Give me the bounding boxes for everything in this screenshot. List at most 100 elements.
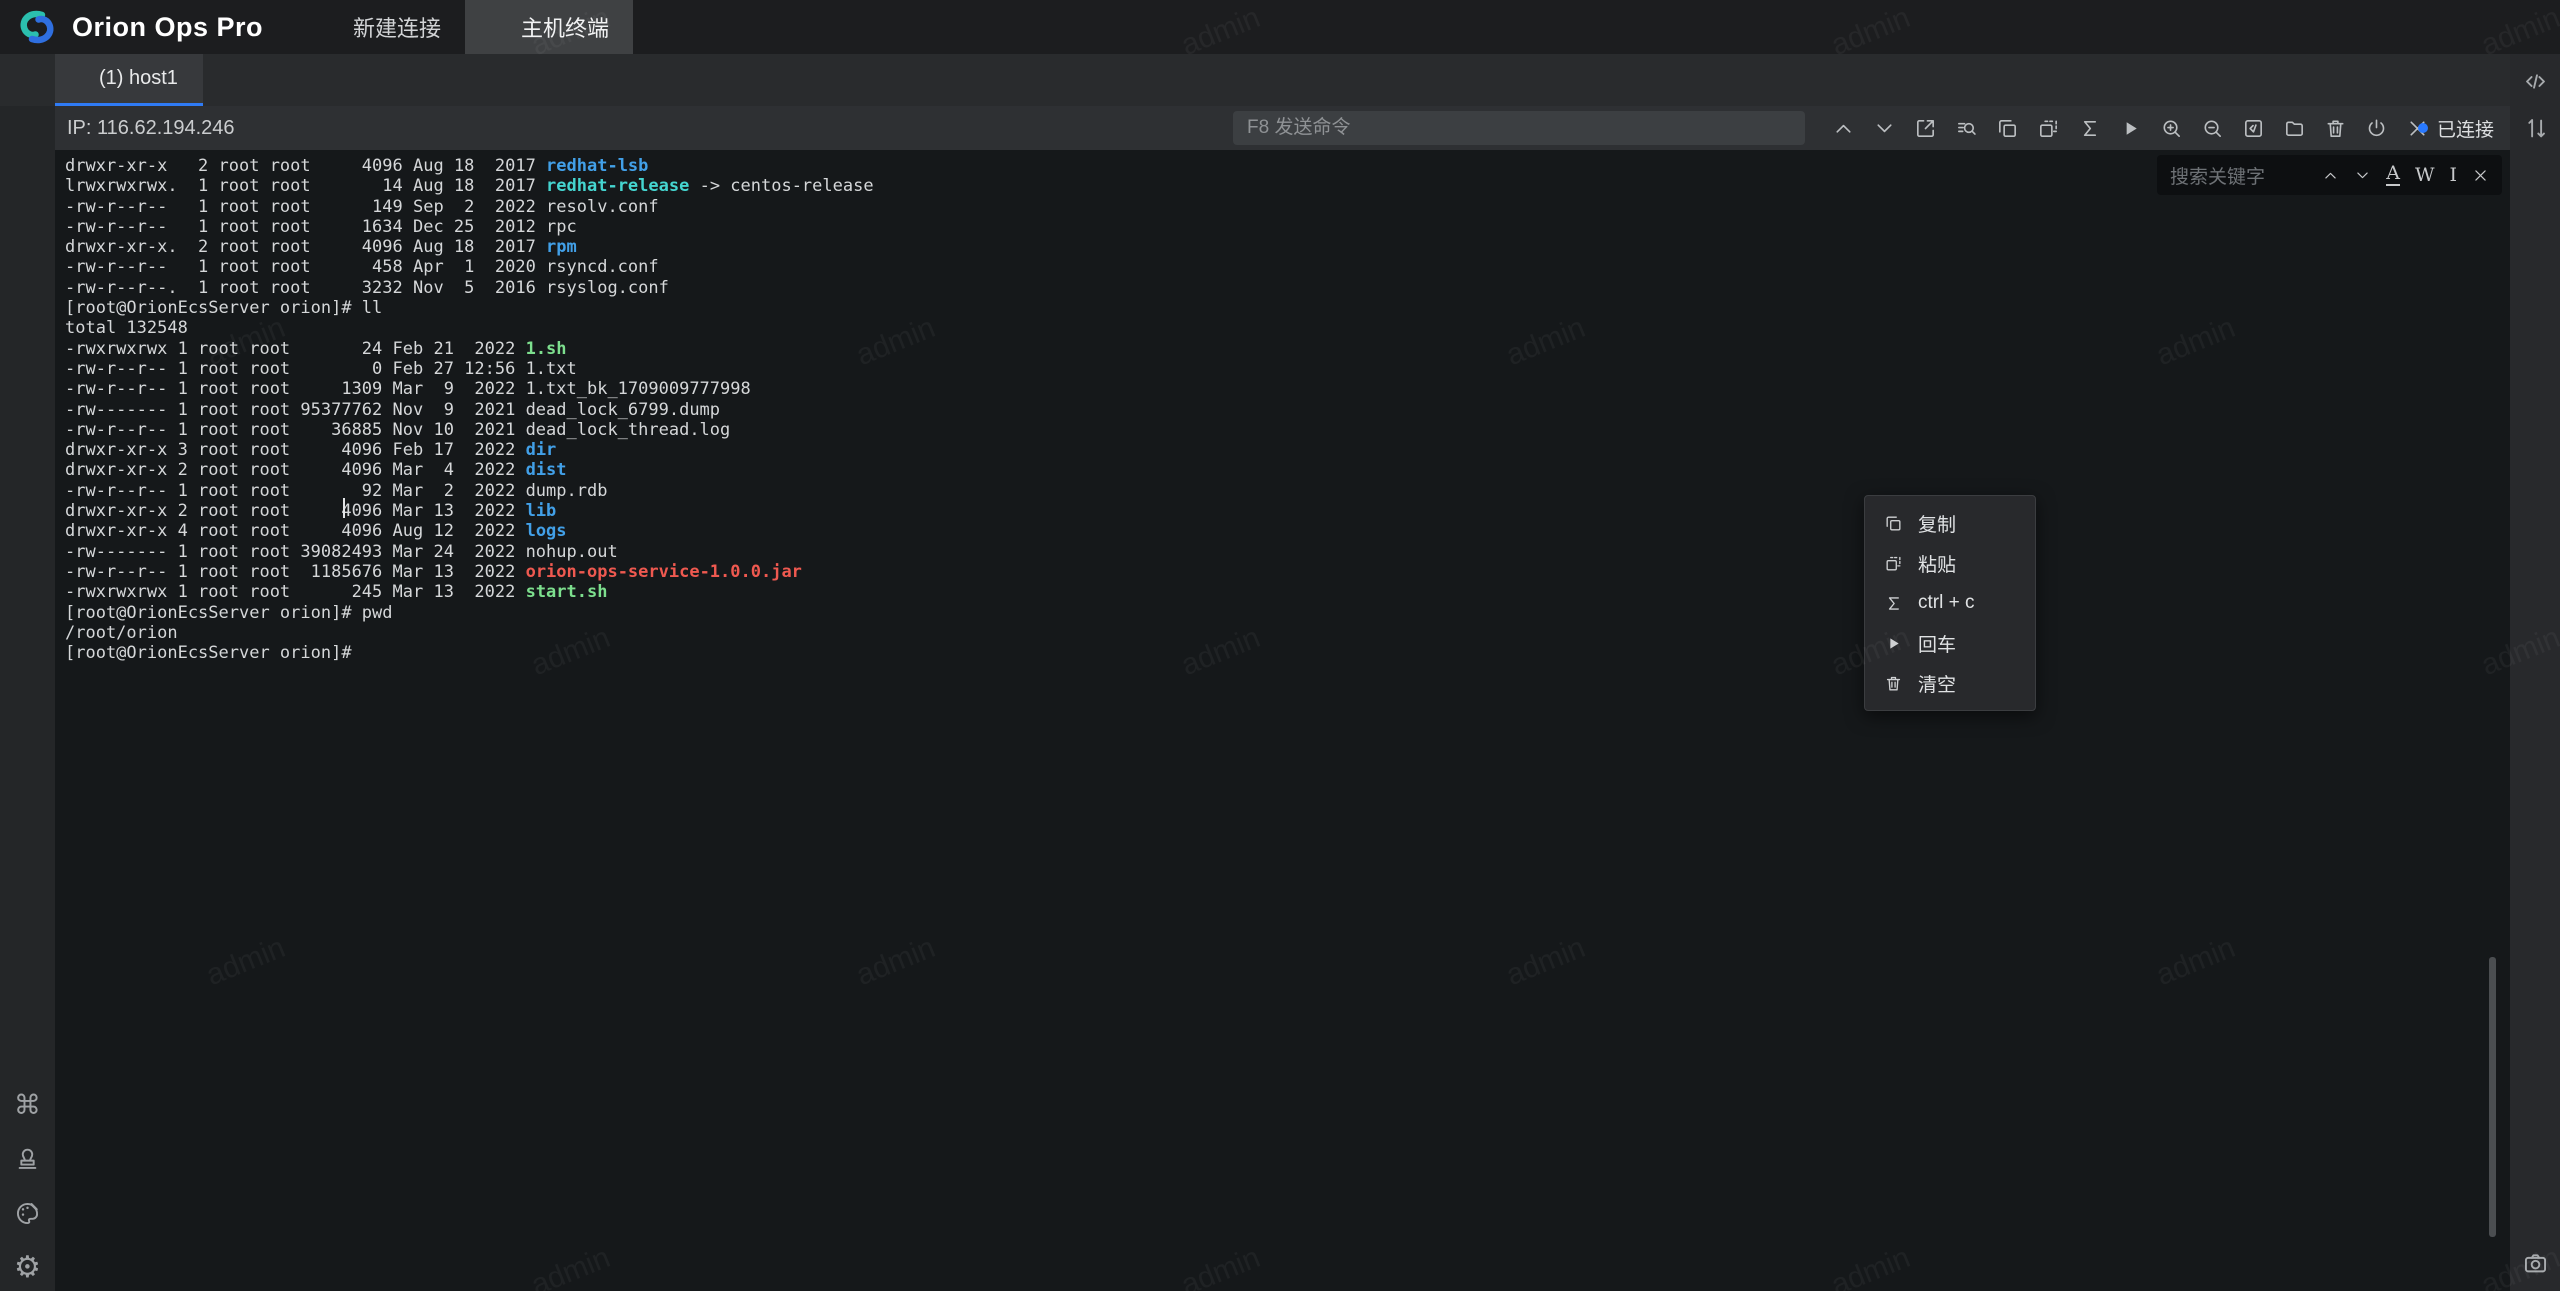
context-menu-item-label: 复制	[1918, 510, 1956, 537]
app-logo-icon	[14, 7, 60, 47]
plus-icon	[16, 68, 40, 92]
app-title: Orion Ops Pro	[72, 12, 263, 43]
menu-new-connection[interactable]: 新建连接	[297, 0, 465, 54]
host-ip-label: IP: 116.62.194.246	[67, 106, 235, 150]
terminal-line: -rw------- 1 root root 95377762 Nov 9 20…	[65, 400, 874, 420]
terminal-line: -rw-r--r--. 1 root root 3232 Nov 5 2016 …	[65, 278, 874, 298]
terminal-line: -rwxrwxrwx 1 root root 24 Feb 21 2022 1.…	[65, 339, 874, 359]
send-command-input[interactable]	[1233, 111, 1805, 145]
toolbar-power-button[interactable]	[2365, 117, 2388, 140]
toolbar-trash-button[interactable]	[2324, 117, 2347, 140]
sidebar-transfer-list-button[interactable]	[2522, 115, 2549, 142]
menu-new-connection-label: 新建连接	[353, 11, 441, 43]
toolbar-zoom-in-button[interactable]	[2160, 117, 2183, 140]
terminal-line: total 132548	[65, 318, 874, 338]
left-sidebar: ⌘⚙	[0, 106, 55, 1291]
terminal-line: -rw-r--r-- 1 root root 458 Apr 1 2020 rs…	[65, 257, 874, 277]
toolbar-icon-group	[1832, 106, 2429, 150]
terminal-line: -rw-r--r-- 1 root root 1185676 Mar 13 20…	[65, 562, 874, 582]
toolbar-code-block-button[interactable]	[2242, 117, 2265, 140]
terminal-line: -rw-r--r-- 1 root root 0 Feb 27 12:56 1.…	[65, 359, 874, 379]
close-all-button[interactable]	[2467, 70, 2488, 91]
terminal-scrollbar[interactable]	[2489, 957, 2496, 1237]
sidebar-session-info-button[interactable]	[14, 1146, 41, 1173]
toolbar-expand-button[interactable]	[1914, 117, 1937, 140]
terminal-line: -rw-r--r-- 1 root root 36885 Nov 10 2021…	[65, 420, 874, 440]
chevron-down-icon	[2354, 167, 2371, 184]
sidebar-screenshot-button[interactable]	[2522, 1250, 2549, 1277]
terminal-output: drwxr-xr-x 2 root root 4096 Aug 18 2017 …	[65, 156, 874, 663]
terminal-context-menu: 复制粘贴 ctrl + c 回车清空	[1864, 495, 2036, 711]
terminal-line: [root@OrionEcsServer orion]#	[65, 643, 874, 663]
terminal-line: -rw-r--r-- 1 root root 1634 Dec 25 2012 …	[65, 217, 874, 237]
play-icon	[1884, 634, 1903, 653]
toolbar-folder-button[interactable]	[2283, 117, 2306, 140]
toolbar-chevron-down-button[interactable]	[1873, 117, 1896, 140]
search-regex-button[interactable]: I	[2449, 164, 2457, 186]
sigma-icon	[1884, 594, 1903, 613]
sidebar-editor-button[interactable]	[2522, 68, 2549, 95]
sidebar-theme-button[interactable]	[14, 1200, 41, 1227]
context-menu-item-2[interactable]: ctrl + c	[1865, 583, 2035, 623]
monitor-icon	[71, 69, 90, 88]
connection-status: 已连接	[2418, 106, 2494, 150]
terminal-line: drwxr-xr-x 2 root root 4096 Mar 4 2022 d…	[65, 460, 874, 480]
search-close-search-button[interactable]	[2472, 167, 2489, 184]
toolbar-zoom-out-button[interactable]	[2201, 117, 2224, 140]
terminal-line: [root@OrionEcsServer orion]# pwd	[65, 603, 874, 623]
search-input[interactable]: 搜索关键字	[2170, 162, 2322, 189]
terminal-line: drwxr-xr-x 3 root root 4096 Feb 17 2022 …	[65, 440, 874, 460]
toolbar-paste-button[interactable]	[2037, 117, 2060, 140]
terminal-search-box: 搜索关键字 AWI	[2157, 155, 2502, 195]
right-sidebar	[2510, 54, 2560, 1291]
plus-icon	[321, 16, 343, 38]
text-cursor	[343, 498, 345, 518]
context-menu-item-label: 清空	[1918, 670, 1956, 697]
toolbar-sigma-button[interactable]	[2078, 117, 2101, 140]
connected-dot-icon	[2418, 123, 2428, 133]
terminal-line: [root@OrionEcsServer orion]# ll	[65, 298, 874, 318]
terminal-line: -rw-r--r-- 1 root root 1309 Mar 9 2022 1…	[65, 379, 874, 399]
terminal-line: -rwxrwxrwx 1 root root 245 Mar 13 2022 s…	[65, 582, 874, 602]
fullscreen-icon[interactable]	[2518, 14, 2544, 40]
toolbar-copy-button[interactable]	[1996, 117, 2019, 140]
terminal-line: /root/orion	[65, 623, 874, 643]
terminal-line: -rw-r--r-- 1 root root 149 Sep 2 2022 re…	[65, 197, 874, 217]
connected-label: 已连接	[2437, 115, 2494, 142]
terminal-tab-bar: (1) host1	[0, 54, 2510, 106]
menu-host-terminal[interactable]: 主机终端	[465, 0, 633, 54]
new-terminal-button[interactable]	[0, 54, 55, 106]
search-whole-word-button[interactable]: W	[2415, 164, 2435, 186]
context-menu-item-label: ctrl + c	[1918, 592, 1974, 614]
terminal-line: drwxr-xr-x 2 root root 4096 Mar 13 2022 …	[65, 501, 874, 521]
trash-icon	[1884, 674, 1903, 693]
toolbar-chevron-up-button[interactable]	[1832, 117, 1855, 140]
chevron-up-icon	[2322, 167, 2339, 184]
tab-host1[interactable]: (1) host1	[55, 54, 203, 106]
context-menu-item-0[interactable]: 复制	[1865, 503, 2035, 543]
terminal-line: drwxr-xr-x 2 root root 4096 Aug 18 2017 …	[65, 156, 874, 176]
top-bar: Orion Ops Pro 新建连接 主机终端	[0, 0, 2560, 54]
terminal-line: drwxr-xr-x. 2 root root 4096 Aug 18 2017…	[65, 237, 874, 257]
terminal-line: -rw------- 1 root root 39082493 Mar 24 2…	[65, 542, 874, 562]
toolbar-search-in-text-button[interactable]	[1955, 117, 1978, 140]
search-find-prev-button[interactable]	[2322, 167, 2339, 184]
close-icon	[2472, 167, 2489, 184]
sidebar-settings-button[interactable]: ⚙	[14, 1254, 41, 1281]
search-find-next-button[interactable]	[2354, 167, 2371, 184]
search-match-case-button[interactable]: A	[2386, 164, 2400, 186]
sidebar-shortcut-commands-button[interactable]: ⌘	[14, 1092, 41, 1119]
context-menu-item-3[interactable]: 回车	[1865, 623, 2035, 663]
context-menu-item-label: 粘贴	[1918, 550, 1956, 577]
menu-host-terminal-label: 主机终端	[521, 11, 609, 43]
context-menu-item-1[interactable]: 粘贴	[1865, 543, 2035, 583]
toolbar-play-button[interactable]	[2119, 117, 2142, 140]
copy-icon	[1884, 514, 1903, 533]
context-menu-item-4[interactable]: 清空	[1865, 663, 2035, 703]
add-tab-button[interactable]	[225, 70, 246, 91]
terminal-line: -rw-r--r-- 1 root root 92 Mar 2 2022 dum…	[65, 481, 874, 501]
tab-host1-label: (1) host1	[99, 67, 178, 90]
terminal-viewport[interactable]: drwxr-xr-x 2 root root 4096 Aug 18 2017 …	[55, 150, 2510, 1291]
monitor-icon	[489, 16, 511, 38]
paste-icon	[1884, 554, 1903, 573]
